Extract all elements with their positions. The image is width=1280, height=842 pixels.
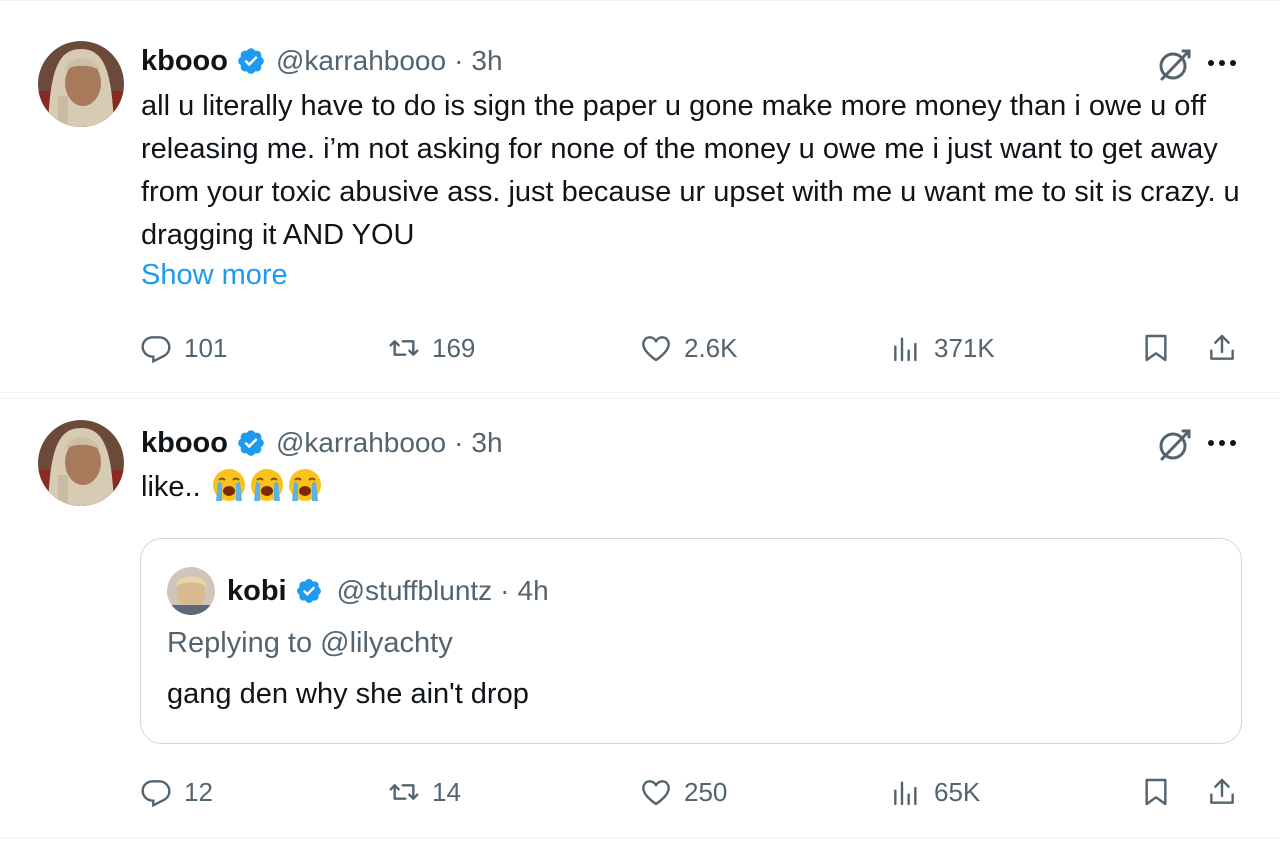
share-button[interactable] [1206, 328, 1238, 368]
reply-button[interactable]: 12 [140, 772, 213, 812]
like-icon [642, 780, 670, 806]
display-name[interactable]: kbooo [141, 45, 228, 78]
separator: · [454, 45, 464, 76]
avatar[interactable] [38, 41, 124, 127]
grok-icon[interactable] [1156, 425, 1194, 463]
handle[interactable]: @karrahbooo [276, 427, 446, 459]
quoted-timestamp[interactable]: 4h [518, 575, 549, 607]
quoted-handle[interactable]: @stuffbluntz [337, 575, 493, 607]
quoted-avatar[interactable] [167, 567, 215, 615]
reply-count: 12 [184, 776, 213, 807]
verified-badge-icon[interactable] [295, 577, 323, 605]
reply-button[interactable]: 101 [140, 328, 227, 368]
replying-to[interactable]: Replying to @lilyachty [167, 627, 453, 660]
timestamp[interactable]: 3h [471, 45, 502, 77]
like-button[interactable]: 250 [640, 772, 727, 812]
display-name[interactable]: kbooo [141, 427, 228, 460]
separator: · [454, 427, 464, 458]
quoted-header: kobi @stuffbluntz · 4h [227, 571, 549, 611]
tweet-header: kbooo @karrahbooo · 3h [141, 41, 503, 81]
tweet-actions: 101 169 2.6K 371K [0, 328, 1280, 368]
repost-count: 14 [432, 776, 461, 807]
more-icon[interactable] [1204, 425, 1240, 461]
reply-count: 101 [184, 332, 228, 363]
repost-icon [389, 784, 419, 800]
verified-badge-icon[interactable] [236, 428, 266, 458]
loudly-crying-face-icon [249, 467, 285, 503]
views-icon [894, 337, 917, 362]
timestamp[interactable]: 3h [471, 427, 502, 459]
tweet-text-content: like.. [141, 471, 201, 503]
quoted-text: gang den why she ain't drop [167, 678, 529, 710]
tweet-text: like.. [141, 466, 1251, 509]
tweet-actions: 12 14 250 65K [0, 772, 1280, 812]
views-button[interactable]: 65K [890, 772, 980, 812]
show-more-link[interactable]: Show more [141, 259, 288, 292]
verified-badge-icon[interactable] [236, 46, 266, 76]
quoted-display-name[interactable]: kobi [227, 575, 287, 608]
share-icon [1210, 334, 1234, 360]
more-icon[interactable] [1204, 45, 1240, 81]
tweet-text: all u literally have to do is sign the p… [141, 90, 1240, 251]
bookmark-icon [1145, 778, 1167, 806]
quoted-tweet[interactable]: kobi @stuffbluntz · 4h Replying to @lily… [140, 538, 1242, 744]
views-icon [894, 781, 917, 806]
reply-icon [141, 336, 171, 364]
tweet-header: kbooo @karrahbooo · 3h [141, 423, 503, 463]
bookmark-icon [1145, 334, 1167, 362]
bookmark-button[interactable] [1140, 772, 1172, 812]
like-count: 2.6K [684, 332, 738, 363]
grok-icon[interactable] [1156, 45, 1194, 83]
views-button[interactable]: 371K [890, 328, 995, 368]
like-button[interactable]: 2.6K [640, 328, 738, 368]
bookmark-button[interactable] [1140, 328, 1172, 368]
loudly-crying-face-icon [287, 467, 323, 503]
share-button[interactable] [1206, 772, 1238, 812]
handle[interactable]: @karrahbooo [276, 45, 446, 77]
separator: · [500, 575, 510, 606]
share-icon [1210, 778, 1234, 804]
like-count: 250 [684, 776, 728, 807]
repost-count: 169 [432, 332, 476, 363]
repost-button[interactable]: 169 [388, 328, 475, 368]
tweet[interactable]: kbooo @karrahbooo · 3h all u literally h… [0, 0, 1280, 393]
repost-icon [389, 340, 419, 356]
like-icon [642, 336, 670, 362]
avatar[interactable] [38, 420, 124, 506]
repost-button[interactable]: 14 [388, 772, 461, 812]
views-count: 371K [934, 332, 995, 363]
reply-icon [141, 780, 171, 808]
loudly-crying-face-icon [211, 467, 247, 503]
views-count: 65K [934, 776, 981, 807]
tweet[interactable]: kbooo @karrahbooo · 3h like.. kobi @stuf… [0, 398, 1280, 838]
